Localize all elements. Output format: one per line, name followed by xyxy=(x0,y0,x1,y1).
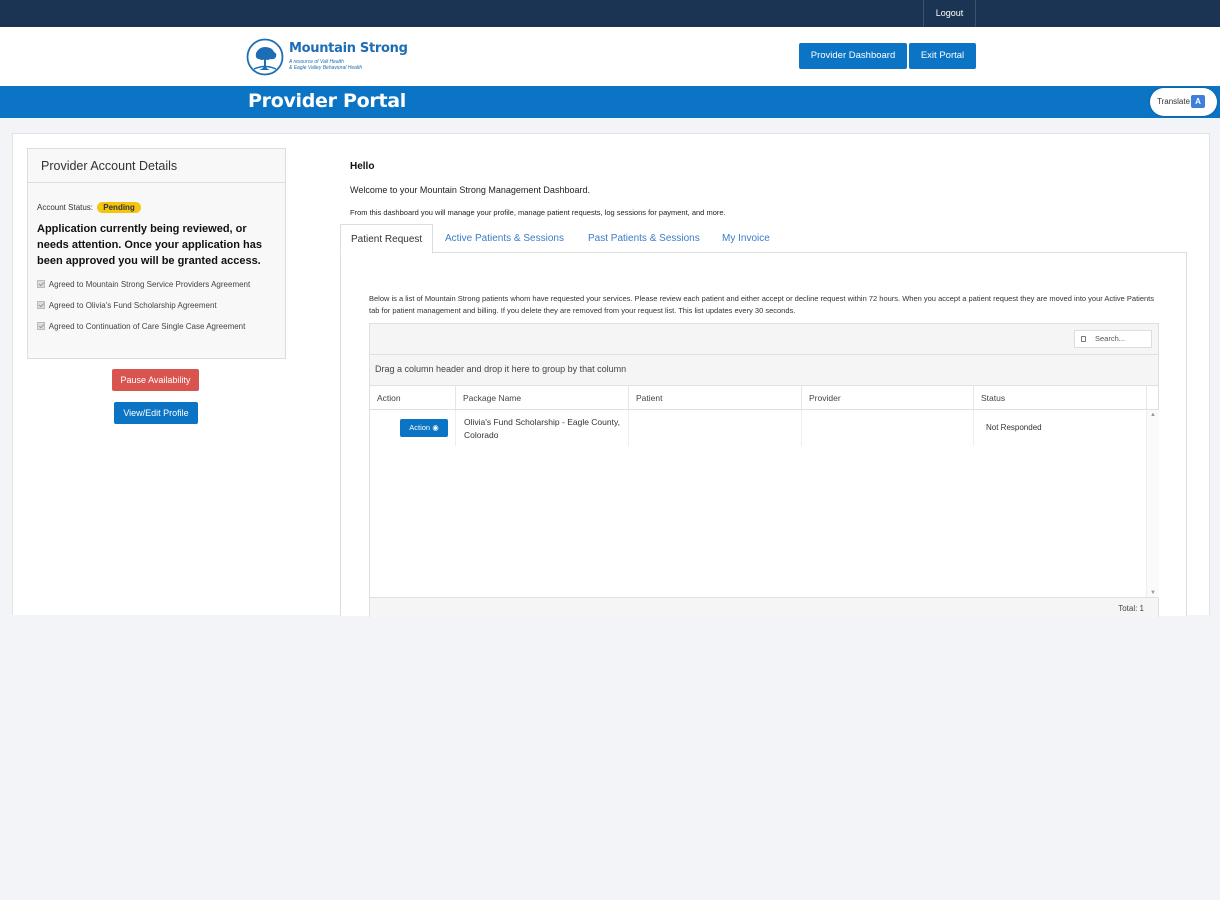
agreement-checkbox[interactable] xyxy=(37,301,45,309)
view-edit-profile-button[interactable]: View/Edit Profile xyxy=(114,402,198,424)
mountain-strong-logo[interactable]: Mountain Strong A resource of Vail Healt… xyxy=(246,38,408,78)
patient-request-panel: Below is a list of Mountain Strong patie… xyxy=(340,252,1187,618)
column-header-action[interactable]: Action xyxy=(370,386,456,410)
search-icon xyxy=(1081,336,1086,342)
row-action-button[interactable]: Action ◉ xyxy=(400,419,448,437)
column-header-package[interactable]: Package Name xyxy=(456,386,629,410)
pause-availability-button[interactable]: Pause Availability xyxy=(112,369,199,391)
patient-cell xyxy=(629,410,802,446)
agreement-item: Agreed to Continuation of Care Single Ca… xyxy=(37,322,245,331)
tab-my-invoice[interactable]: My Invoice xyxy=(722,224,770,254)
provider-cell xyxy=(802,410,974,446)
tab-past-patients[interactable]: Past Patients & Sessions xyxy=(588,224,700,254)
eye-icon: ◉ xyxy=(432,423,439,432)
group-panel[interactable]: Drag a column header and drop it here to… xyxy=(370,355,1158,386)
logo-title: Mountain Strong xyxy=(289,41,408,56)
patient-request-grid: Search... Drag a column header and drop … xyxy=(369,323,1159,618)
status-cell: Not Responded xyxy=(986,423,1042,432)
welcome-message: Welcome to your Mountain Strong Manageme… xyxy=(350,185,590,195)
agreement-item: Agreed to Olivia's Fund Scholarship Agre… xyxy=(37,301,217,310)
agreement-checkbox[interactable] xyxy=(37,280,45,288)
translate-icon: A xyxy=(1191,95,1205,108)
table-row[interactable]: Action ◉ Olivia's Fund Scholarship - Eag… xyxy=(370,410,1158,446)
column-header-patient[interactable]: Patient xyxy=(629,386,802,410)
search-input[interactable]: Search... xyxy=(1074,330,1152,348)
provider-dashboard-button[interactable]: Provider Dashboard xyxy=(799,43,907,69)
agreement-checkbox[interactable] xyxy=(37,322,45,330)
tab-active-patients[interactable]: Active Patients & Sessions xyxy=(445,224,564,254)
greeting: Hello xyxy=(350,161,375,172)
tree-logo-icon xyxy=(246,38,284,76)
request-instructions: Below is a list of Mountain Strong patie… xyxy=(369,294,1155,315)
logo-subtitle: A resource of Vail Health & Eagle Valley… xyxy=(289,59,362,71)
agreement-label: Agreed to Continuation of Care Single Ca… xyxy=(48,322,246,331)
logo-subtitle-line-2: & Eagle Valley Behavioral Health xyxy=(289,65,363,71)
action-cell: Action ◉ xyxy=(370,410,456,446)
page-title: Provider Portal xyxy=(248,90,406,112)
site-header: Mountain Strong A resource of Vail Healt… xyxy=(0,27,1220,86)
column-header-status[interactable]: Status xyxy=(974,386,1147,410)
scroll-up-icon[interactable]: ▲ xyxy=(1150,412,1156,418)
account-card-heading: Provider Account Details xyxy=(28,149,285,183)
logout-link[interactable]: Logout xyxy=(923,0,976,27)
search-placeholder: Search... xyxy=(1095,334,1126,343)
grid-header-row: Action Package Name Patient Provider Sta… xyxy=(370,386,1158,410)
main-panel: Provider Account Details Account Status:… xyxy=(12,133,1210,618)
portal-title-band: Provider Portal Translate A xyxy=(0,86,1220,118)
agreement-label: Agreed to Mountain Strong Service Provid… xyxy=(48,280,251,289)
top-nav-bar: Logout xyxy=(0,0,1220,27)
account-status: Account Status: Pending xyxy=(37,202,141,213)
grid-scrollbar[interactable]: ▲ ▼ xyxy=(1146,410,1159,598)
account-status-label: Account Status: xyxy=(37,203,94,212)
grid-toolbar: Search... xyxy=(370,324,1158,355)
exit-portal-button[interactable]: Exit Portal xyxy=(909,43,976,69)
provider-account-card: Provider Account Details Account Status:… xyxy=(27,148,286,359)
translate-label: Translate xyxy=(1157,97,1191,106)
dashboard-description: From this dashboard you will manage your… xyxy=(350,208,726,217)
agreement-item: Agreed to Mountain Strong Service Provid… xyxy=(37,280,250,289)
tab-patient-request[interactable]: Patient Request xyxy=(340,224,434,254)
scroll-down-icon[interactable]: ▼ xyxy=(1150,590,1156,596)
translate-button[interactable]: Translate A xyxy=(1150,88,1217,116)
package-cell: Olivia's Fund Scholarship - Eagle County… xyxy=(456,410,629,446)
review-message: Application currently being reviewed, or… xyxy=(37,223,262,267)
column-header-provider[interactable]: Provider xyxy=(802,386,974,410)
grid-footer-total: Total: 1 xyxy=(370,597,1158,618)
row-action-label: Action xyxy=(409,423,431,432)
status-badge: Pending xyxy=(97,202,141,213)
agreement-label: Agreed to Olivia's Fund Scholarship Agre… xyxy=(48,301,217,310)
